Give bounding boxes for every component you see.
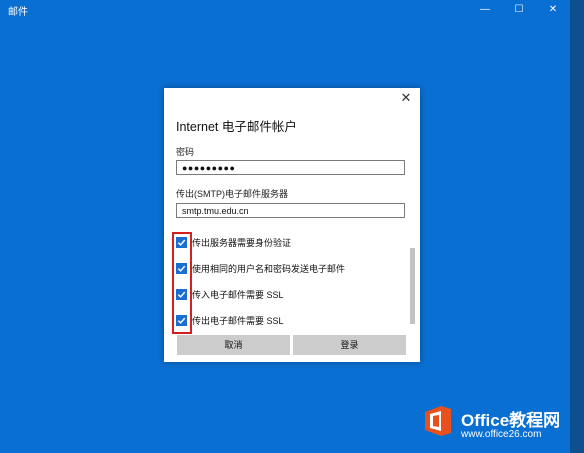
dialog-title: Internet 电子邮件帐户	[176, 120, 297, 134]
option-require-auth[interactable]: 传出服务器需要身份验证	[176, 234, 291, 250]
watermark: Office教程网 www.office26.com	[421, 400, 584, 450]
annotation-highlight-box	[172, 232, 192, 334]
password-field[interactable]: ●●●●●●●●●	[176, 160, 405, 175]
smtp-label: 传出(SMTP)电子邮件服务器	[176, 189, 288, 199]
scrollbar-thumb[interactable]	[410, 248, 415, 324]
option-label: 传出服务器需要身份验证	[192, 237, 292, 248]
app-title: 邮件	[8, 7, 28, 18]
minimize-button[interactable]: —	[468, 0, 502, 18]
desktop-strip	[570, 0, 584, 453]
option-label: 使用相同的用户名和密码发送电子邮件	[192, 263, 346, 274]
option-label: 传出电子邮件需要 SSL	[192, 315, 284, 326]
option-outgoing-ssl[interactable]: 传出电子邮件需要 SSL	[176, 312, 284, 328]
option-incoming-ssl[interactable]: 传入电子邮件需要 SSL	[176, 286, 284, 302]
titlebar: 邮件 — ☐ ✕	[0, 0, 570, 19]
watermark-url: www.office26.com	[461, 429, 542, 440]
account-dialog: ✕ Internet 电子邮件帐户 密码 ●●●●●●●●● 传出(SMTP)电…	[164, 88, 420, 362]
watermark-name: Office教程网	[461, 411, 561, 430]
close-button[interactable]: ✕	[536, 0, 570, 18]
office-logo-icon	[421, 404, 455, 438]
password-label: 密码	[176, 147, 195, 157]
maximize-button[interactable]: ☐	[502, 0, 536, 18]
option-label: 传入电子邮件需要 SSL	[192, 289, 284, 300]
login-button[interactable]: 登录	[293, 335, 406, 355]
window-controls: — ☐ ✕	[468, 0, 570, 18]
dialog-close-button[interactable]: ✕	[398, 90, 414, 106]
option-same-credentials[interactable]: 使用相同的用户名和密码发送电子邮件	[176, 260, 345, 276]
smtp-server-field[interactable]: smtp.tmu.edu.cn	[176, 203, 405, 218]
cancel-button[interactable]: 取消	[177, 335, 290, 355]
